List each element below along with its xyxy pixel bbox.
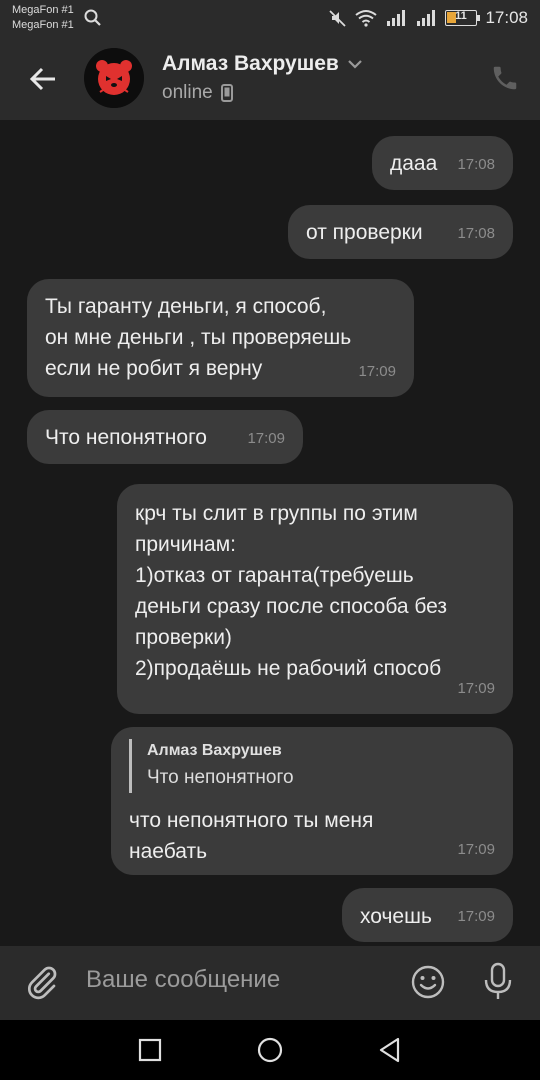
wifi-icon bbox=[355, 10, 378, 27]
clock: 17:08 bbox=[485, 8, 528, 27]
message-bubble-outgoing[interactable]: дааа 17:08 bbox=[372, 136, 513, 190]
message-time: 17:09 bbox=[358, 363, 396, 380]
message-bubble-incoming[interactable]: Ты гаранту деньги, я способ, он мне день… bbox=[27, 279, 414, 397]
carrier-2: MegaFon #1 bbox=[12, 19, 74, 31]
message-line: Ты гаранту деньги, я способ, bbox=[45, 295, 327, 318]
reply-author: Алмаз Вахрушев bbox=[147, 742, 282, 759]
panda-logo-icon bbox=[84, 48, 144, 108]
message-bubble-incoming[interactable]: Что непонятного 17:09 bbox=[27, 410, 303, 464]
message-line: крч ты слит в группы по этим bbox=[135, 502, 418, 525]
chevron-down-icon[interactable] bbox=[347, 59, 363, 69]
microphone-icon[interactable] bbox=[482, 962, 514, 1002]
message-text: от проверки bbox=[306, 221, 423, 244]
status-bar: MegaFon #1 MegaFon #1 11 17:08 bbox=[0, 0, 540, 38]
reply-text: Что непонятного bbox=[147, 767, 294, 788]
message-bubble-outgoing[interactable]: от проверки 17:08 bbox=[288, 205, 513, 259]
arrow-left-icon[interactable] bbox=[28, 64, 58, 94]
reply-quote[interactable]: Алмаз Вахрушев Что непонятного bbox=[129, 739, 513, 793]
presence-status: online bbox=[162, 82, 213, 103]
message-text: хочешь bbox=[360, 905, 432, 928]
mobile-device-icon bbox=[220, 84, 233, 102]
circle-icon[interactable] bbox=[256, 1036, 284, 1064]
message-text: Что непонятного bbox=[45, 426, 207, 449]
mute-icon bbox=[329, 10, 347, 27]
message-bubble-outgoing-reply[interactable]: Алмаз Вахрушев Что непонятного что непон… bbox=[111, 727, 513, 875]
message-composer: Ваше сообщение bbox=[0, 946, 540, 1020]
message-line: он мне деньги , ты проверяешь bbox=[45, 326, 352, 349]
chat-header: Алмаз Вахрушев online bbox=[0, 38, 540, 120]
square-icon[interactable] bbox=[136, 1036, 164, 1064]
message-bubble-outgoing[interactable]: крч ты слит в группы по этим причинам: 1… bbox=[117, 484, 513, 714]
message-line: причинам: bbox=[135, 533, 237, 556]
message-list[interactable]: дааа 17:08 от проверки 17:08 Ты гаранту … bbox=[0, 120, 540, 946]
smiley-icon[interactable] bbox=[410, 964, 446, 1000]
message-line: 1)отказ от гаранта(требуешь bbox=[135, 564, 414, 587]
message-input[interactable]: Ваше сообщение bbox=[86, 966, 280, 994]
avatar[interactable] bbox=[84, 48, 144, 108]
system-nav-bar bbox=[0, 1020, 540, 1080]
contact-name-row[interactable]: Алмаз Вахрушев bbox=[162, 52, 363, 76]
phone-icon[interactable] bbox=[490, 63, 520, 93]
message-text: дааа bbox=[390, 152, 438, 175]
contact-name[interactable]: Алмаз Вахрушев bbox=[162, 52, 339, 76]
message-time: 17:09 bbox=[457, 841, 495, 858]
message-time: 17:08 bbox=[457, 156, 495, 173]
message-time: 17:08 bbox=[457, 225, 495, 242]
presence-row: online bbox=[162, 82, 233, 104]
message-line: деньги сразу после способа без bbox=[135, 595, 448, 618]
message-time: 17:09 bbox=[247, 430, 285, 447]
carrier-1: MegaFon #1 bbox=[12, 4, 74, 16]
triangle-back-icon[interactable] bbox=[376, 1036, 404, 1064]
message-line: проверки) bbox=[135, 626, 232, 649]
message-line: наебать bbox=[129, 840, 208, 863]
message-bubble-outgoing[interactable]: хочешь 17:09 bbox=[342, 888, 513, 942]
status-icons: 11 17:08 bbox=[329, 8, 528, 28]
message-line: что непонятного ты меня bbox=[129, 809, 374, 832]
paperclip-icon[interactable] bbox=[24, 964, 60, 1000]
battery-icon: 11 bbox=[445, 10, 481, 26]
signal-icon-2 bbox=[417, 10, 436, 26]
battery-level: 11 bbox=[455, 10, 467, 22]
message-time: 17:09 bbox=[457, 680, 495, 697]
message-time: 17:09 bbox=[457, 908, 495, 925]
search-status-icon bbox=[84, 9, 101, 26]
carrier-labels: MegaFon #1 MegaFon #1 bbox=[12, 3, 74, 33]
signal-icon-1 bbox=[387, 10, 406, 26]
message-line: 2)продаёшь не рабочий способ bbox=[135, 657, 442, 680]
